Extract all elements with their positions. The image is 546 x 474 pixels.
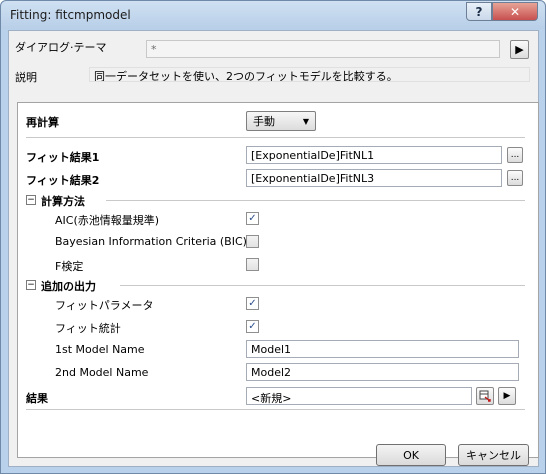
description-text: 同一データセットを使い、2つのフィットモデルを比較する。 xyxy=(89,67,530,82)
dialog-body: ダイアログ·テーマ * ▶ 説明 同一データセットを使い、2つのフィットモデルを… xyxy=(8,30,539,467)
result-input[interactable]: <新規> xyxy=(246,387,472,405)
table-icon xyxy=(479,390,491,402)
chevron-down-icon: ▼ xyxy=(302,116,309,126)
fit2-browse-button[interactable]: ... xyxy=(507,170,523,186)
window-title: Fitting: fitcmpmodel xyxy=(10,8,131,22)
ftest-checkbox[interactable] xyxy=(246,258,259,271)
bic-checkbox[interactable] xyxy=(246,235,259,248)
dialog-window: Fitting: fitcmpmodel ? ✕ ダイアログ·テーマ * ▶ 説… xyxy=(0,0,546,474)
help-button[interactable]: ? xyxy=(466,2,492,21)
result-label: 結果 xyxy=(26,392,48,405)
aic-label: AIC(赤池情報量規準) xyxy=(55,214,160,227)
model1-label: 1st Model Name xyxy=(55,343,145,356)
recalc-value: 手動 xyxy=(253,115,275,128)
title-bar[interactable]: Fitting: fitcmpmodel ? ✕ xyxy=(1,1,545,29)
divider xyxy=(120,285,525,286)
settings-panel: 再計算 手動 ▼ フィット結果1 [ExponentialDe]FitNL1 .… xyxy=(17,102,539,458)
output-collapse-icon[interactable]: − xyxy=(26,280,36,290)
model2-input[interactable]: Model2 xyxy=(246,363,519,381)
model1-input[interactable]: Model1 xyxy=(246,340,519,358)
theme-field[interactable]: * xyxy=(146,40,500,58)
method-collapse-icon[interactable]: − xyxy=(26,195,36,205)
result-select-button[interactable] xyxy=(476,387,494,405)
fit2-input[interactable]: [ExponentialDe]FitNL3 xyxy=(246,169,502,187)
stats-label: フィット統計 xyxy=(55,322,121,335)
cancel-button[interactable]: キャンセル xyxy=(458,444,529,466)
theme-label: ダイアログ·テーマ xyxy=(15,41,107,54)
theme-menu-button[interactable]: ▶ xyxy=(510,40,529,59)
fit1-input[interactable]: [ExponentialDe]FitNL1 xyxy=(246,146,502,164)
aic-checkbox[interactable]: ✓ xyxy=(246,212,259,225)
ftest-label: F検定 xyxy=(55,260,84,273)
recalc-label: 再計算 xyxy=(26,116,59,129)
bic-label: Bayesian Information Criteria (BIC) xyxy=(55,235,247,248)
model2-label: 2nd Model Name xyxy=(55,366,149,379)
divider xyxy=(106,200,525,201)
stats-checkbox[interactable]: ✓ xyxy=(246,320,259,333)
ok-button[interactable]: OK xyxy=(376,444,446,466)
divider xyxy=(26,409,525,410)
fit2-label: フィット結果2 xyxy=(26,174,100,187)
close-button[interactable]: ✕ xyxy=(492,2,538,21)
params-label: フィットパラメータ xyxy=(55,299,154,312)
params-checkbox[interactable]: ✓ xyxy=(246,297,259,310)
divider xyxy=(26,137,525,138)
description-label: 説明 xyxy=(15,71,37,84)
recalc-dropdown[interactable]: 手動 ▼ xyxy=(246,111,316,131)
method-section-title: 計算方法 xyxy=(41,195,85,208)
fit1-label: フィット結果1 xyxy=(26,151,100,164)
result-menu-button[interactable]: ▶ xyxy=(498,387,516,405)
output-section-title: 追加の出力 xyxy=(41,280,96,293)
fit1-browse-button[interactable]: ... xyxy=(507,147,523,163)
